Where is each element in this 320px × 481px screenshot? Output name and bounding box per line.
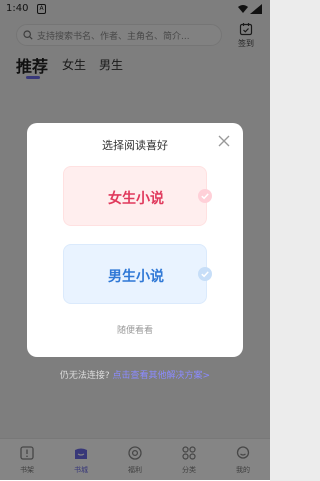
check-circle-icon (198, 267, 212, 281)
connection-help: 仍无法连接? 点击查看其他解决方案> (0, 368, 270, 381)
connection-help-text: 仍无法连接? (59, 371, 110, 381)
female-novels-label: 女生小说 (108, 191, 164, 207)
app-screen: 1:40 A 支持搜索书名、作者、主角名、简介... 签到 推荐 女生 男生 书… (0, 0, 270, 481)
browse-casually-link[interactable]: 随便看看 (27, 323, 243, 336)
dialog-title: 选择阅读喜好 (102, 139, 168, 152)
male-novels-label: 男生小说 (108, 269, 164, 285)
other-solutions-link[interactable]: 点击查看其他解决方案> (113, 371, 211, 381)
close-icon[interactable] (217, 134, 231, 148)
male-novels-option[interactable]: 男生小说 (63, 244, 212, 304)
check-circle-icon (198, 189, 212, 203)
female-novels-option[interactable]: 女生小说 (63, 166, 212, 226)
reading-preference-dialog: 选择阅读喜好 女生小说 男生小说 随便看看 (27, 123, 243, 357)
